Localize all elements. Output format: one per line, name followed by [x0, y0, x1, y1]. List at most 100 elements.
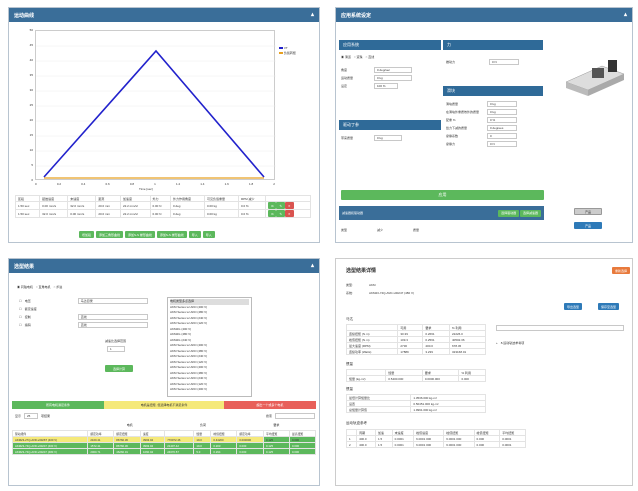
extra-mass-input[interactable]: 0 kg [487, 109, 517, 115]
slider-fields: 滑块质量 0 kg 在滑块外重质效外的质量 0 kg 配重 % 0 % 给力下减的质量… [446, 100, 544, 148]
delete-icon[interactable]: ✕ [285, 210, 294, 217]
encoder-select[interactable]: 直线 [77, 322, 148, 328]
motor-series-list[interactable]: 电机类型多点选择 AKM Series w/ AKD (400 V) AKM Ser… [167, 297, 252, 397]
table-cell: 3.239 [422, 348, 450, 355]
collapse-icon[interactable]: ▴ [311, 12, 314, 18]
collapse-icon[interactable]: ▴ [311, 263, 314, 269]
chart-legend: VT 负载转矩 [279, 46, 296, 56]
drive-mass-input[interactable]: 0 kg [374, 135, 402, 141]
radio-option[interactable]: ○ 步进 [54, 285, 63, 289]
page-size-select[interactable]: 25 [24, 413, 39, 419]
legend-label: VT [283, 46, 288, 50]
table-row[interactable]: 1.50 sec 0.00 mm/s 32.0 mm/s 20.0 mm 22.2 mm… [14, 201, 311, 210]
friction-coef-input[interactable]: 0 [487, 133, 517, 139]
export-selection-button[interactable]: 导出选型 [564, 303, 583, 310]
copy-icon[interactable]: ⧉ [268, 202, 277, 209]
product-button-2[interactable]: 产品 [574, 222, 602, 229]
table-cell: 0.125 [263, 448, 290, 455]
edit-icon[interactable]: ✎ [276, 202, 285, 209]
calculate-button[interactable]: 选择计算 [105, 365, 133, 372]
select-reducer-button[interactable]: 选择减速器 [519, 209, 541, 217]
select-drive-button[interactable]: 选择驱动器 [498, 209, 520, 217]
column-header: 减少 [377, 228, 384, 232]
radio-option[interactable]: ○ 直线 [366, 55, 375, 59]
checkbox[interactable]: ☐ [19, 315, 22, 319]
x-tick: 2 [273, 182, 275, 186]
section-drive: 驱动丁参 [339, 120, 441, 130]
import-button[interactable]: 导入 [188, 231, 201, 238]
group-header: 电机 [126, 423, 133, 427]
add-segment-button[interactable]: 增加段 [79, 231, 95, 238]
table-cell: 17889 [397, 348, 424, 355]
table-row: 2 400.0 1.5 0.0001 6.0001 000 6.0001 000 0.000… [345, 441, 526, 448]
table-cell: 24670.57 [164, 448, 195, 455]
radio-label: 直线 [368, 55, 375, 59]
list-item[interactable]: AKM Series w/ AKD (400 V) [170, 387, 249, 393]
ratio-input[interactable]: 1 [107, 346, 125, 352]
radio-option[interactable]: ○ 滚珠 [354, 55, 363, 59]
panel-title: 运动曲线 [14, 12, 35, 19]
checkbox[interactable]: ☐ [19, 299, 22, 303]
panel-header: 选型结果 ▴ [9, 259, 319, 273]
show-label: 显示 [15, 414, 22, 418]
table-cell: 惯量 (kg-m²) [345, 375, 387, 382]
table-row[interactable]: 1.50 sec 32.0 mm/s 0.00 mm/s 20.0 mm 22.2 mm… [14, 209, 311, 218]
slider-mass-input[interactable]: 0 kg [487, 101, 517, 107]
import-button-2[interactable]: 导入 [202, 231, 215, 238]
y-tick: 5 [31, 163, 33, 167]
radio-option[interactable]: ◉ 同轴电机 [17, 285, 33, 289]
search-input[interactable] [275, 413, 315, 419]
x-tick: 1.6 [224, 182, 229, 186]
reducer-bar-label: 减速器和驱动器 [342, 211, 364, 215]
radio-label: 滑道 [344, 55, 351, 59]
y-tick: 10 [29, 148, 33, 152]
table-cell: 0.000 [289, 448, 316, 455]
motion-chart [36, 45, 276, 179]
table-cell: 1060.04 [139, 448, 166, 455]
add-trapezoid-button[interactable]: 添加S-S 梯形曲线 [125, 231, 155, 238]
reselect-button[interactable]: 重新选择 [612, 267, 631, 274]
section-motor: 马达 [346, 317, 353, 321]
inertia-table: 惯量 要求% 利用 惯量 (kg-m²) 0.5400.000 0.0000.000 0… [345, 369, 486, 382]
profile-table: 周期 加速 末速度 峰值速度 峰值扭矩 峰值扭矩 平均扭矩 1 400.0 1.5 0.0001 6… [345, 429, 526, 448]
product-button[interactable]: 产品 [574, 208, 602, 215]
force-input[interactable]: 0 N [489, 59, 519, 65]
drive-field: 带来质量 0 kg [341, 134, 402, 142]
panel-title: 应用系统设定 [341, 12, 372, 19]
add-triangle-button[interactable]: 添加三角形曲线 [96, 231, 124, 238]
checkbox[interactable]: ☐ [19, 323, 22, 327]
voltage-select[interactable]: 马达目录 [77, 298, 148, 304]
y-tick: 50 [29, 28, 33, 32]
apply-button[interactable]: 应用 [341, 190, 544, 200]
mass-input[interactable]: 0 kg [374, 75, 412, 81]
x-tick: 0.8 [129, 182, 134, 186]
side-item[interactable]: +8.运动轨迹参考项 [496, 339, 524, 347]
add-trapezoid-button-2[interactable]: 添加S-S 梯形曲线 [156, 231, 187, 238]
setting-input[interactable]: 100 % [374, 83, 398, 89]
info-system: 系统: AKM23-74Q-AVD-v00247 (480 V) [346, 289, 414, 297]
save-selection-button[interactable]: 保存至选型 [598, 303, 620, 310]
side-input[interactable] [496, 325, 624, 331]
counterweight-input[interactable]: 0 % [487, 117, 517, 123]
edit-icon[interactable]: ✎ [276, 210, 285, 217]
y-tick: 20 [29, 118, 33, 122]
table-row[interactable]: AKM23-74Q-AVD-v00247 (480 V) 2000.71 46260… [11, 448, 316, 455]
delete-icon[interactable]: ✕ [285, 202, 294, 209]
copy-icon[interactable]: ⧉ [268, 210, 277, 217]
angle-input[interactable]: 0 deg/sec [374, 67, 412, 73]
collapse-icon[interactable]: ▴ [624, 12, 627, 18]
reduced-mass-input[interactable]: 0 degrees [487, 125, 517, 131]
info-label: 类型: [346, 283, 353, 287]
friction-input[interactable]: 0 N [487, 141, 517, 147]
results-table: 驱动组件 额定功率 额定扭矩 速度 惯量 峰值扭矩 额定功率 平均扭矩 最高扭矩 AKM23-2… [11, 430, 316, 455]
checkbox[interactable]: ☐ [19, 307, 22, 311]
radio-option[interactable]: ◉ 滑道 [341, 55, 351, 59]
table-cell: 0.00 N [149, 201, 171, 210]
field-label: 给力下减的质量 [446, 126, 468, 130]
legend-warn: 电机是扭矩, 但选择电机不满足条件 [104, 401, 224, 409]
control-select[interactable]: 直线 [77, 314, 148, 320]
legend-ok: 所有电机满足条件 [12, 401, 105, 409]
radio-option[interactable]: ○ 直角电机 [36, 285, 51, 289]
info-value: AKM23-74Q-AVD-v00247 (480 V) [369, 291, 414, 295]
x-tick: 0.2 [56, 182, 61, 186]
